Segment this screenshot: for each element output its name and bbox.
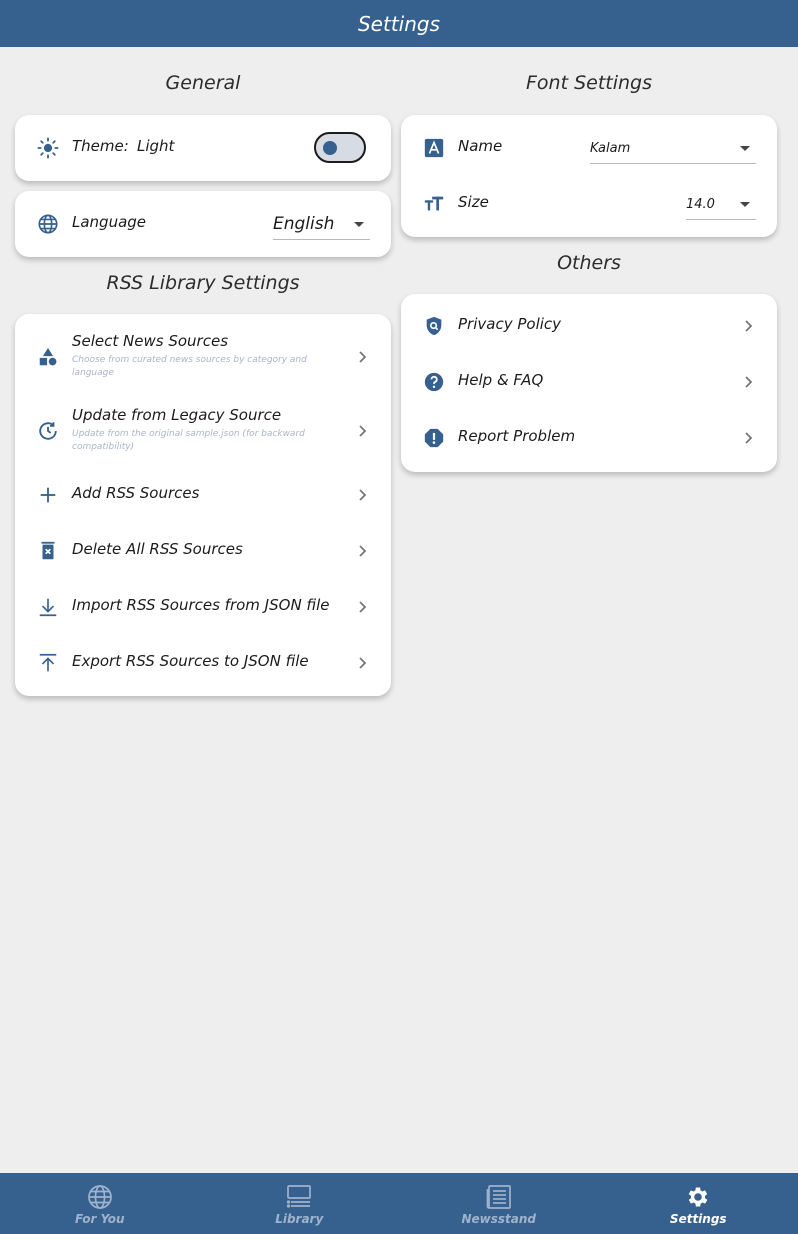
nav-for-you-label: For You bbox=[74, 1211, 125, 1226]
theme-label: Theme: bbox=[72, 137, 129, 155]
nav-library[interactable]: Library bbox=[200, 1173, 400, 1234]
chevron-right-icon bbox=[355, 488, 369, 502]
nav-library-label: Library bbox=[275, 1211, 324, 1226]
update-legacy-source-item[interactable]: Update from Legacy Source Update from th… bbox=[15, 398, 391, 464]
report-problem-item[interactable]: Report Problem bbox=[401, 410, 777, 466]
update-legacy-source-subtitle: Update from the original sample.json (fo… bbox=[72, 429, 305, 452]
privacy-policy-item[interactable]: Privacy Policy bbox=[401, 298, 777, 354]
font-settings-card: Name Kalam Size 14.0 bbox=[401, 115, 777, 237]
caret-down-icon bbox=[354, 222, 364, 227]
add-rss-sources-item[interactable]: Add RSS Sources bbox=[15, 467, 391, 523]
app-bar: Settings bbox=[0, 0, 798, 47]
text-size-icon bbox=[423, 193, 445, 215]
chevron-right-icon bbox=[355, 600, 369, 614]
update-clock-icon bbox=[37, 420, 59, 442]
report-octagon-icon bbox=[423, 427, 445, 449]
nav-newsstand-label: Newsstand bbox=[461, 1211, 537, 1226]
category-shapes-icon bbox=[37, 346, 59, 368]
language-card: Language English bbox=[15, 191, 391, 257]
help-circle-icon bbox=[423, 371, 445, 393]
plus-icon bbox=[37, 484, 59, 506]
globe-icon bbox=[87, 1184, 112, 1209]
theme-toggle[interactable] bbox=[314, 132, 366, 163]
theme-value: Light bbox=[137, 137, 175, 155]
select-news-sources-label: Select News Sources bbox=[72, 332, 229, 350]
delete-all-rss-sources-label: Delete All RSS Sources bbox=[72, 540, 243, 558]
font-size-value: 14.0 bbox=[686, 196, 715, 212]
add-rss-sources-label: Add RSS Sources bbox=[72, 484, 200, 502]
language-value: English bbox=[273, 214, 335, 234]
font-settings-section-title: Font Settings bbox=[525, 72, 652, 94]
chevron-right-icon bbox=[355, 656, 369, 670]
export-rss-sources-label: Export RSS Sources to JSON file bbox=[72, 652, 309, 670]
globe-icon bbox=[37, 213, 59, 235]
rss-library-card: Select News Sources Choose from curated … bbox=[15, 314, 391, 696]
language-label: Language bbox=[72, 213, 147, 231]
privacy-shield-icon bbox=[423, 315, 445, 337]
chevron-right-icon bbox=[355, 544, 369, 558]
language-dropdown[interactable]: English bbox=[273, 209, 370, 240]
bottom-navigation: For You Library Newsstand Settings bbox=[0, 1173, 798, 1234]
font-name-value: Kalam bbox=[590, 140, 631, 156]
theme-toggle-knob bbox=[323, 141, 337, 155]
font-size-dropdown[interactable]: 14.0 bbox=[686, 189, 756, 220]
rss-library-section-title: RSS Library Settings bbox=[106, 272, 300, 294]
select-news-sources-item[interactable]: Select News Sources Choose from curated … bbox=[15, 324, 391, 390]
caret-down-icon bbox=[740, 202, 750, 207]
app-bar-title: Settings bbox=[357, 11, 441, 36]
others-card: Privacy Policy Help & FAQ Report Problem bbox=[401, 294, 777, 472]
chevron-right-icon bbox=[741, 319, 755, 333]
privacy-policy-label: Privacy Policy bbox=[458, 315, 562, 333]
gear-icon bbox=[688, 1186, 708, 1207]
library-icon bbox=[287, 1184, 312, 1208]
caret-down-icon bbox=[740, 146, 750, 151]
general-section-title: General bbox=[165, 72, 241, 94]
nav-for-you[interactable]: For You bbox=[0, 1173, 200, 1234]
download-icon bbox=[37, 596, 59, 618]
theme-card: Theme: Light bbox=[15, 115, 391, 181]
delete-bin-icon bbox=[37, 540, 59, 562]
help-faq-label: Help & FAQ bbox=[458, 371, 544, 389]
nav-newsstand[interactable]: Newsstand bbox=[399, 1173, 599, 1234]
font-size-label: Size bbox=[458, 193, 489, 211]
font-name-label: Name bbox=[458, 137, 503, 155]
chevron-right-icon bbox=[741, 375, 755, 389]
sun-icon bbox=[37, 137, 59, 159]
font-name-dropdown[interactable]: Kalam bbox=[590, 133, 756, 164]
delete-all-rss-sources-item[interactable]: Delete All RSS Sources bbox=[15, 523, 391, 579]
nav-settings[interactable]: Settings bbox=[599, 1173, 798, 1234]
chevron-right-icon bbox=[355, 424, 369, 438]
update-legacy-source-label: Update from Legacy Source bbox=[72, 406, 282, 424]
newspaper-icon bbox=[486, 1184, 511, 1209]
chevron-right-icon bbox=[741, 431, 755, 445]
others-section-title: Others bbox=[557, 252, 621, 274]
help-faq-item[interactable]: Help & FAQ bbox=[401, 354, 777, 410]
select-news-sources-subtitle: Choose from curated news sources by cate… bbox=[72, 355, 307, 378]
import-rss-sources-item[interactable]: Import RSS Sources from JSON file bbox=[15, 579, 391, 635]
export-rss-sources-item[interactable]: Export RSS Sources to JSON file bbox=[15, 635, 391, 691]
font-name-icon bbox=[423, 137, 445, 159]
nav-settings-label: Settings bbox=[669, 1211, 727, 1226]
chevron-right-icon bbox=[355, 350, 369, 364]
upload-icon bbox=[37, 652, 59, 674]
report-problem-label: Report Problem bbox=[458, 427, 576, 445]
import-rss-sources-label: Import RSS Sources from JSON file bbox=[72, 596, 330, 614]
